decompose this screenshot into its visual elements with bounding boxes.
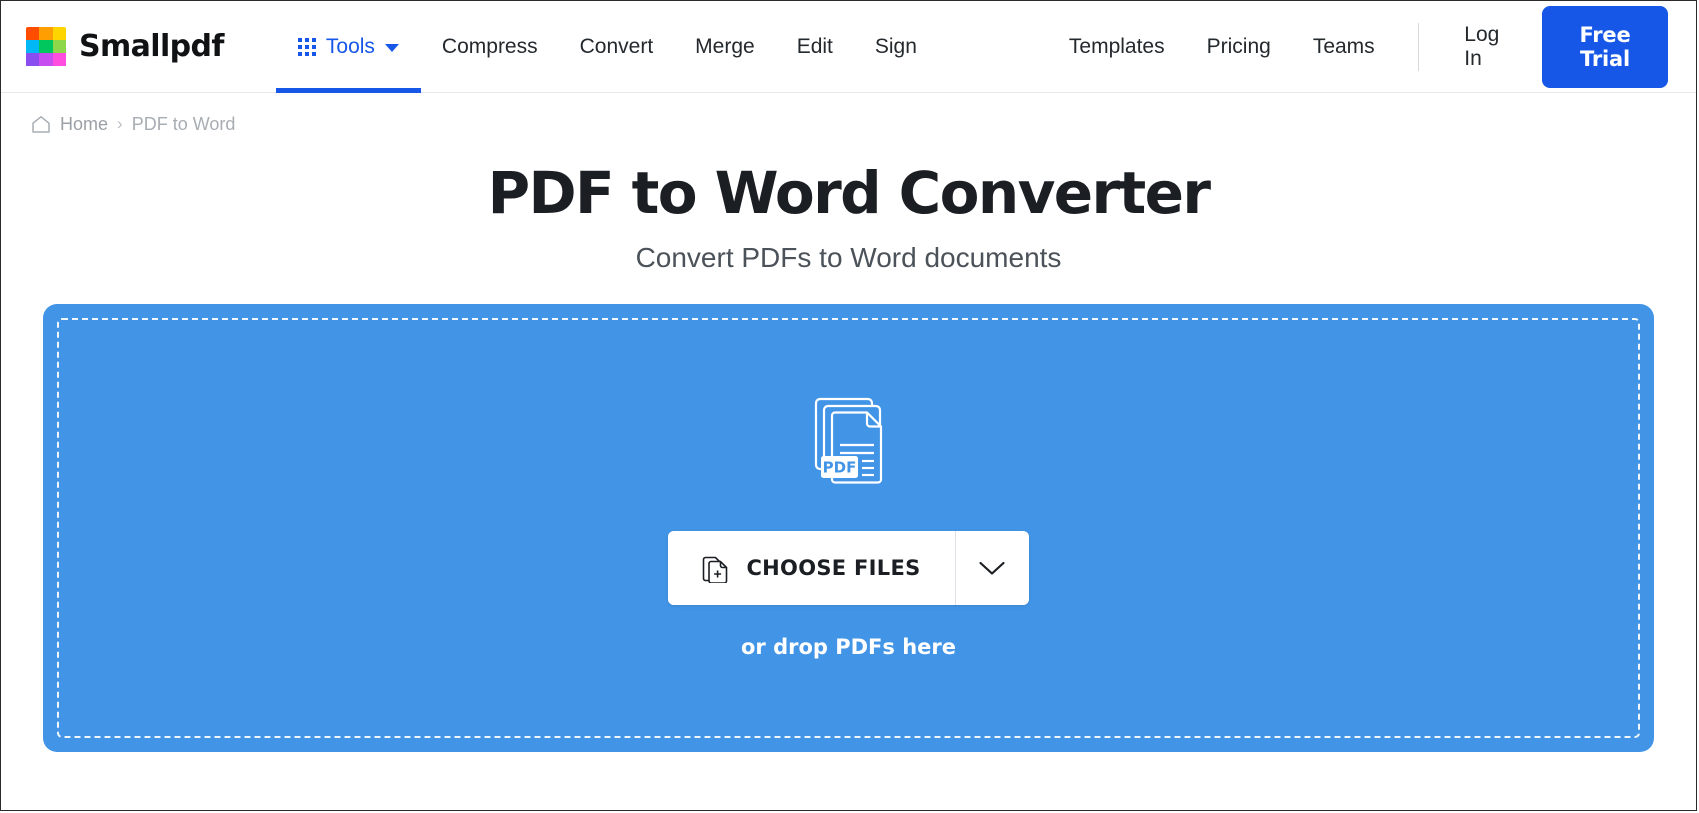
pdf-badge-label: PDF xyxy=(822,459,856,477)
primary-navigation: Tools Compress Convert Merge Edit Sign xyxy=(275,1,938,93)
logo-tile-9 xyxy=(52,53,66,67)
breadcrumb-home-link[interactable]: Home xyxy=(60,114,108,135)
grid-dots-icon xyxy=(297,37,316,56)
logo-tile-2 xyxy=(39,26,53,40)
brand-logo-link[interactable]: Smallpdf xyxy=(26,26,224,67)
page-subtitle: Convert PDFs to Word documents xyxy=(635,241,1062,273)
nav-item-edit[interactable]: Edit xyxy=(776,35,854,59)
free-trial-button[interactable]: Free Trial xyxy=(1541,5,1668,88)
breadcrumb-separator: › xyxy=(117,114,123,133)
caret-down-icon xyxy=(384,43,399,52)
choose-files-dropdown-button[interactable] xyxy=(954,531,1029,606)
pdf-documents-stack-icon: PDF xyxy=(806,396,892,491)
hero-section: PDF to Word Converter Convert PDFs to Wo… xyxy=(1,163,1696,274)
secondary-navigation: Templates Pricing Teams xyxy=(1048,35,1396,59)
nav-item-compress[interactable]: Compress xyxy=(421,35,559,59)
logo-tile-3 xyxy=(52,26,66,40)
choose-files-group: CHOOSE FILES xyxy=(668,531,1029,606)
nav-item-merge[interactable]: Merge xyxy=(674,35,776,59)
dropzone-content: PDF CHOOSE FILES or drop PDFs here xyxy=(668,396,1029,660)
brand-name: Smallpdf xyxy=(79,29,224,64)
header-divider xyxy=(1417,22,1419,71)
logo-tile-8 xyxy=(39,53,53,67)
nav-item-tools[interactable]: Tools xyxy=(275,1,421,93)
breadcrumb: Home › PDF to Word xyxy=(1,93,1696,141)
nav-item-teams[interactable]: Teams xyxy=(1292,35,1396,59)
logo-tile-6 xyxy=(52,39,66,54)
logo-tile-7 xyxy=(26,53,40,67)
choose-files-button[interactable]: CHOOSE FILES xyxy=(668,531,955,606)
nav-item-sign[interactable]: Sign xyxy=(854,35,938,59)
nav-item-pricing[interactable]: Pricing xyxy=(1186,35,1292,59)
home-icon xyxy=(31,115,51,134)
header-actions: Log In Free Trial xyxy=(1396,5,1668,88)
nav-item-tools-label: Tools xyxy=(325,34,375,58)
login-button[interactable]: Log In xyxy=(1440,23,1524,71)
breadcrumb-current: PDF to Word xyxy=(131,113,236,134)
page-title: PDF to Word Converter xyxy=(487,159,1211,227)
logo-tile-1 xyxy=(26,26,40,40)
smallpdf-logo-icon xyxy=(26,26,66,67)
nav-item-templates[interactable]: Templates xyxy=(1048,35,1186,59)
site-header: Smallpdf Tools Compress Convert Merge Ed… xyxy=(1,1,1696,93)
nav-item-convert[interactable]: Convert xyxy=(559,35,675,59)
choose-files-label: CHOOSE FILES xyxy=(746,556,921,581)
file-dropzone[interactable]: PDF CHOOSE FILES or drop PDFs here xyxy=(43,303,1654,752)
page-frame: Smallpdf Tools Compress Convert Merge Ed… xyxy=(0,0,1697,811)
drop-hint-text: or drop PDFs here xyxy=(740,635,957,660)
logo-tile-4 xyxy=(26,39,40,54)
chevron-down-icon xyxy=(978,560,1006,577)
logo-tile-5 xyxy=(39,39,53,54)
file-add-icon xyxy=(702,553,729,584)
